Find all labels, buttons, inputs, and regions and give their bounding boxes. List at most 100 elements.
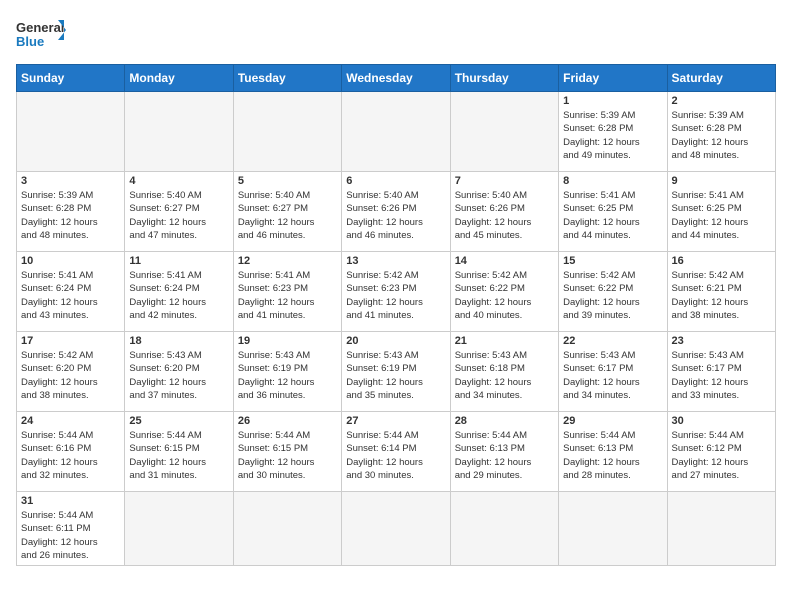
day-number: 6 [346,175,445,187]
calendar-cell: 2 Sunrise: 5:39 AM Sunset: 6:28 PM Daylig… [667,92,775,172]
day-info: Sunrise: 5:44 AM Sunset: 6:14 PM Dayligh… [346,429,445,482]
day-info: Sunrise: 5:39 AM Sunset: 6:28 PM Dayligh… [563,109,662,162]
day-number: 15 [563,255,662,267]
day-number: 17 [21,335,120,347]
day-number: 1 [563,95,662,107]
calendar-cell: 27 Sunrise: 5:44 AM Sunset: 6:14 PM Dayli… [342,412,450,492]
day-number: 29 [563,415,662,427]
calendar-cell: 7Sunrise: 5:40 AM Sunset: 6:26 PM Daylig… [450,172,558,252]
day-number: 31 [21,495,120,507]
day-number: 26 [238,415,337,427]
day-number: 21 [455,335,554,347]
day-number: 11 [129,255,228,267]
calendar-week-0: 1 Sunrise: 5:39 AM Sunset: 6:28 PM Daylig… [17,92,776,172]
day-info: Sunrise: 5:41 AM Sunset: 6:25 PM Dayligh… [563,189,662,242]
calendar-cell [125,492,233,566]
weekday-header-saturday: Saturday [667,65,775,92]
day-info: Sunrise: 5:41 AM Sunset: 6:24 PM Dayligh… [21,269,120,322]
calendar-week-4: 24 Sunrise: 5:44 AM Sunset: 6:16 PM Dayli… [17,412,776,492]
day-number: 22 [563,335,662,347]
weekday-header-sunday: Sunday [17,65,125,92]
calendar-cell: 23 Sunrise: 5:43 AM Sunset: 6:17 PM Dayli… [667,332,775,412]
calendar-cell [17,92,125,172]
calendar-week-3: 17 Sunrise: 5:42 AM Sunset: 6:20 PM Dayli… [17,332,776,412]
calendar-cell: 1 Sunrise: 5:39 AM Sunset: 6:28 PM Daylig… [559,92,667,172]
calendar-cell: 9 Sunrise: 5:41 AM Sunset: 6:25 PM Daylig… [667,172,775,252]
calendar-cell: 5Sunrise: 5:40 AM Sunset: 6:27 PM Daylig… [233,172,341,252]
calendar-week-1: 3Sunrise: 5:39 AM Sunset: 6:28 PM Daylig… [17,172,776,252]
calendar-cell: 10 Sunrise: 5:41 AM Sunset: 6:24 PM Dayli… [17,252,125,332]
svg-text:Blue: Blue [16,34,44,49]
calendar-week-2: 10 Sunrise: 5:41 AM Sunset: 6:24 PM Dayli… [17,252,776,332]
calendar-cell: 11Sunrise: 5:41 AM Sunset: 6:24 PM Dayli… [125,252,233,332]
calendar-cell: 21 Sunrise: 5:43 AM Sunset: 6:18 PM Dayli… [450,332,558,412]
day-number: 4 [129,175,228,187]
day-info: Sunrise: 5:41 AM Sunset: 6:23 PM Dayligh… [238,269,337,322]
day-info: Sunrise: 5:44 AM Sunset: 6:15 PM Dayligh… [129,429,228,482]
day-info: Sunrise: 5:44 AM Sunset: 6:16 PM Dayligh… [21,429,120,482]
calendar-table: SundayMondayTuesdayWednesdayThursdayFrid… [16,64,776,566]
calendar-cell: 30Sunrise: 5:44 AM Sunset: 6:12 PM Dayli… [667,412,775,492]
weekday-header-tuesday: Tuesday [233,65,341,92]
day-info: Sunrise: 5:42 AM Sunset: 6:20 PM Dayligh… [21,349,120,402]
calendar-cell [125,92,233,172]
day-info: Sunrise: 5:39 AM Sunset: 6:28 PM Dayligh… [672,109,771,162]
logo-svg: General Blue [16,16,66,54]
day-number: 3 [21,175,120,187]
calendar-cell: 26Sunrise: 5:44 AM Sunset: 6:15 PM Dayli… [233,412,341,492]
calendar-cell: 18Sunrise: 5:43 AM Sunset: 6:20 PM Dayli… [125,332,233,412]
calendar-cell [342,492,450,566]
day-number: 8 [563,175,662,187]
day-info: Sunrise: 5:42 AM Sunset: 6:21 PM Dayligh… [672,269,771,322]
day-number: 16 [672,255,771,267]
day-number: 5 [238,175,337,187]
calendar-cell [450,492,558,566]
day-number: 10 [21,255,120,267]
calendar-cell: 14Sunrise: 5:42 AM Sunset: 6:22 PM Dayli… [450,252,558,332]
day-info: Sunrise: 5:43 AM Sunset: 6:19 PM Dayligh… [238,349,337,402]
weekday-header-thursday: Thursday [450,65,558,92]
calendar-cell: 16 Sunrise: 5:42 AM Sunset: 6:21 PM Dayli… [667,252,775,332]
day-number: 28 [455,415,554,427]
calendar-cell: 3Sunrise: 5:39 AM Sunset: 6:28 PM Daylig… [17,172,125,252]
day-number: 23 [672,335,771,347]
day-info: Sunrise: 5:43 AM Sunset: 6:17 PM Dayligh… [672,349,771,402]
calendar-cell: 8 Sunrise: 5:41 AM Sunset: 6:25 PM Daylig… [559,172,667,252]
calendar-cell: 17 Sunrise: 5:42 AM Sunset: 6:20 PM Dayli… [17,332,125,412]
day-info: Sunrise: 5:42 AM Sunset: 6:22 PM Dayligh… [563,269,662,322]
calendar-cell: 28 Sunrise: 5:44 AM Sunset: 6:13 PM Dayli… [450,412,558,492]
weekday-header-monday: Monday [125,65,233,92]
day-info: Sunrise: 5:42 AM Sunset: 6:23 PM Dayligh… [346,269,445,322]
day-info: Sunrise: 5:41 AM Sunset: 6:25 PM Dayligh… [672,189,771,242]
calendar-cell: 22 Sunrise: 5:43 AM Sunset: 6:17 PM Dayli… [559,332,667,412]
day-number: 19 [238,335,337,347]
weekday-header-row: SundayMondayTuesdayWednesdayThursdayFrid… [17,65,776,92]
day-info: Sunrise: 5:44 AM Sunset: 6:13 PM Dayligh… [455,429,554,482]
day-number: 18 [129,335,228,347]
calendar-cell [342,92,450,172]
calendar-cell: 25 Sunrise: 5:44 AM Sunset: 6:15 PM Dayli… [125,412,233,492]
calendar-cell: 13Sunrise: 5:42 AM Sunset: 6:23 PM Dayli… [342,252,450,332]
day-number: 24 [21,415,120,427]
weekday-header-wednesday: Wednesday [342,65,450,92]
calendar-cell: 20Sunrise: 5:43 AM Sunset: 6:19 PM Dayli… [342,332,450,412]
calendar-cell: 24 Sunrise: 5:44 AM Sunset: 6:16 PM Dayli… [17,412,125,492]
day-info: Sunrise: 5:40 AM Sunset: 6:26 PM Dayligh… [346,189,445,242]
calendar-cell [233,492,341,566]
day-info: Sunrise: 5:43 AM Sunset: 6:19 PM Dayligh… [346,349,445,402]
day-number: 25 [129,415,228,427]
day-info: Sunrise: 5:40 AM Sunset: 6:26 PM Dayligh… [455,189,554,242]
day-number: 12 [238,255,337,267]
day-number: 9 [672,175,771,187]
calendar-cell: 4Sunrise: 5:40 AM Sunset: 6:27 PM Daylig… [125,172,233,252]
calendar-cell [450,92,558,172]
calendar-cell [667,492,775,566]
weekday-header-friday: Friday [559,65,667,92]
day-info: Sunrise: 5:43 AM Sunset: 6:17 PM Dayligh… [563,349,662,402]
calendar-cell: 29Sunrise: 5:44 AM Sunset: 6:13 PM Dayli… [559,412,667,492]
day-info: Sunrise: 5:43 AM Sunset: 6:18 PM Dayligh… [455,349,554,402]
day-number: 27 [346,415,445,427]
calendar-cell [233,92,341,172]
day-number: 2 [672,95,771,107]
logo: General Blue [16,16,66,54]
